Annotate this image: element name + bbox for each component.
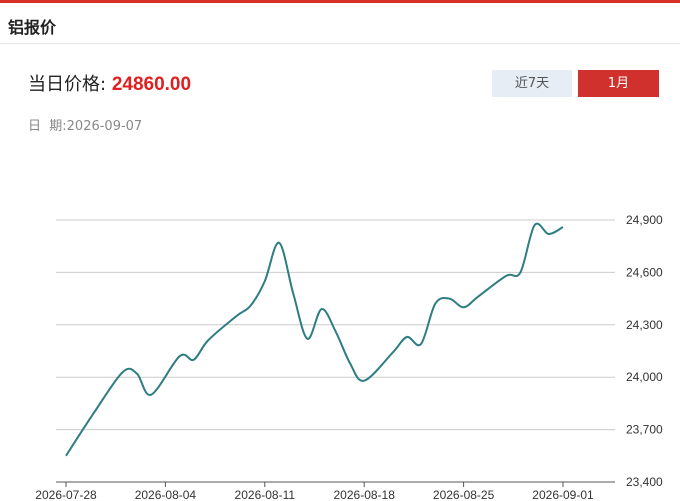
price-series-line — [65, 222, 564, 457]
x-tick-label: 2026-09-01 — [532, 488, 594, 501]
x-tick-label: 2026-08-25 — [433, 488, 495, 501]
y-tick-label: 24,300 — [626, 318, 663, 332]
y-axis-labels: 24,900 24,600 24,300 24,000 23,700 23,400 — [626, 213, 663, 489]
y-tick-label: 24,000 — [626, 370, 663, 384]
x-axis-labels: 2026-07-28 2026-08-04 2026-08-11 2026-08-18… — [35, 488, 594, 501]
price-line-chart: 24,900 24,600 24,300 24,000 23,700 23,400 202… — [35, 213, 663, 501]
x-axis — [56, 481, 615, 487]
grid-lines — [56, 219, 615, 431]
x-tick-label: 2026-08-11 — [235, 488, 296, 501]
y-tick-label: 24,600 — [626, 265, 663, 279]
y-tick-label: 24,900 — [626, 213, 663, 227]
x-tick-label: 2026-07-28 — [35, 488, 97, 501]
x-tick-label: 2026-08-04 — [135, 488, 197, 501]
y-tick-label: 23,700 — [626, 423, 663, 437]
y-tick-label: 23,400 — [626, 475, 663, 489]
series-layer — [65, 222, 564, 457]
x-tick-label: 2026-08-18 — [334, 488, 396, 501]
